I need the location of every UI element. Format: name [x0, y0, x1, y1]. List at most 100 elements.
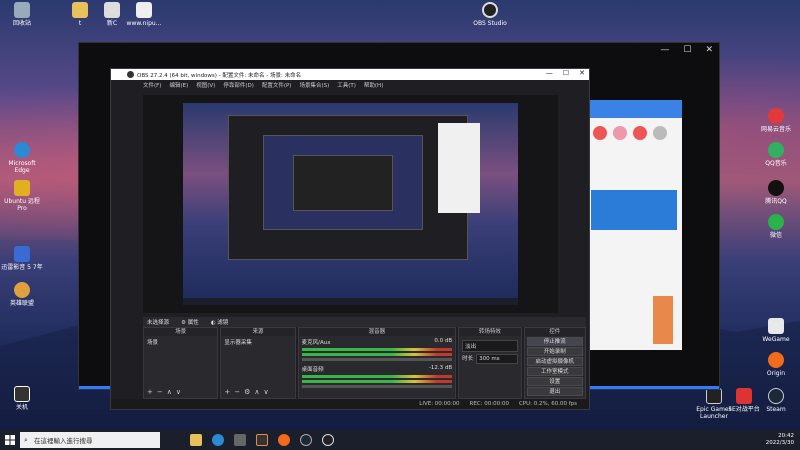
app-icon[interactable] — [256, 434, 268, 446]
obs-preview-area[interactable] — [143, 95, 558, 313]
menu-scene-collection[interactable]: 场景集合(S) — [299, 81, 329, 89]
mixer-dock: 混音器 麦克风/Aux 0.0 dB 桌面音频 -12.3 dB — [297, 327, 457, 399]
steam-icon — [768, 388, 784, 404]
taskbar: ⌕ 在這裡輸入進行搜尋 20:42 2022/3/30 — [0, 430, 800, 450]
game-icon — [14, 282, 30, 298]
search-icon: ⌕ — [24, 435, 28, 444]
add-icon[interactable]: + — [224, 388, 230, 396]
minimize-icon[interactable]: — — [660, 45, 669, 55]
side-banner — [591, 190, 677, 230]
remove-icon[interactable]: − — [234, 388, 240, 396]
stop-streaming-button[interactable]: 停止推流 — [526, 337, 584, 346]
music-icon — [768, 108, 784, 124]
wechat-icon — [768, 214, 784, 230]
source-item[interactable]: 显示器采集 — [224, 338, 291, 346]
side-app-window — [585, 100, 682, 350]
preview-capture — [183, 103, 518, 305]
desktop-icon-lol[interactable]: 英雄联盟 — [0, 282, 44, 307]
gear-icon[interactable]: ⚙ — [244, 388, 250, 396]
move-up-icon[interactable]: ∧ — [254, 388, 259, 396]
desktop-icon-qq[interactable]: 腾讯QQ — [754, 180, 798, 205]
volume-slider[interactable] — [301, 358, 453, 361]
maximize-icon[interactable]: ☐ — [563, 69, 569, 77]
file-explorer-icon[interactable] — [190, 434, 202, 446]
desktop-icon-obs[interactable]: OBS Studio — [468, 2, 512, 27]
settings-button[interactable]: 设置 — [526, 377, 584, 386]
menu-help[interactable]: 帮助(H) — [364, 81, 383, 89]
close-icon[interactable]: ✕ — [705, 45, 713, 55]
desktop-icon-www[interactable]: www.nipu... — [122, 2, 166, 27]
properties-button[interactable]: ⚙ 属性 — [181, 318, 199, 326]
live-timer: LIVE: 00:00:00 — [419, 401, 460, 407]
menu-edit[interactable]: 编辑(E) — [169, 81, 188, 89]
steam-icon[interactable] — [300, 434, 312, 446]
desktop-icon-wechat[interactable]: 微信 — [754, 214, 798, 239]
qq-icon — [768, 180, 784, 196]
desktop-icon-shutdown[interactable]: 关机 — [0, 386, 44, 411]
desktop-icon-origin[interactable]: Origin — [754, 352, 798, 377]
minimize-icon[interactable]: — — [546, 69, 553, 77]
obs-logo-icon — [127, 71, 134, 78]
desktop-icon-steam[interactable]: Steam — [754, 388, 798, 413]
settings-icon[interactable] — [234, 434, 246, 446]
obs-main-window: OBS 27.2.4 (64 bit, windows) - 配置文件: 未命名… — [110, 68, 590, 410]
menu-view[interactable]: 视图(V) — [196, 81, 215, 89]
duration-row: 时长 300 ms — [462, 354, 518, 364]
cpu-fps: CPU: 0.2%, 60.00 fps — [518, 401, 577, 407]
scenes-dock: 场景 场景 + − ∧ ∨ — [143, 327, 219, 399]
volume-meter — [301, 375, 453, 378]
obs-icon[interactable] — [322, 434, 334, 446]
maximize-icon[interactable]: ☐ — [683, 45, 691, 55]
app-tile-icon[interactable] — [613, 126, 627, 140]
origin-icon — [768, 352, 784, 368]
menu-file[interactable]: 文件(F) — [143, 81, 161, 89]
desktop-icon-edge[interactable]: Microsoft Edge — [0, 142, 44, 174]
app-tile-icon[interactable] — [633, 126, 647, 140]
move-up-icon[interactable]: ∧ — [167, 388, 172, 396]
start-button[interactable] — [0, 430, 20, 450]
exit-button[interactable]: 退出 — [526, 387, 584, 396]
mixer-track: 桌面音频 -12.3 dB — [301, 365, 453, 373]
close-icon[interactable]: ✕ — [579, 69, 585, 77]
move-down-icon[interactable]: ∨ — [263, 388, 268, 396]
move-down-icon[interactable]: ∨ — [176, 388, 181, 396]
desktop-icon-recycle-bin[interactable]: 回收站 — [0, 2, 44, 27]
side-app-grid — [593, 126, 673, 166]
studio-mode-button[interactable]: 工作室模式 — [526, 367, 584, 376]
folder-icon — [72, 2, 88, 18]
remove-icon[interactable]: − — [157, 388, 163, 396]
start-recording-button[interactable]: 开始录制 — [526, 347, 584, 356]
system-clock[interactable]: 20:42 2022/3/30 — [766, 433, 794, 446]
source-toolbar: 未选择源 ⚙ 属性 ◐ 滤镜 — [143, 317, 586, 327]
desktop-icon-xunlei[interactable]: 迅雷影音 5 7年 — [0, 246, 44, 271]
edge-icon[interactable] — [212, 434, 224, 446]
desktop-icon-qqmusic[interactable]: QQ音乐 — [754, 142, 798, 167]
controls-dock: 控件 停止推流 开始录制 启动虚拟摄像机 工作室模式 设置 退出 — [523, 327, 587, 399]
transition-select[interactable]: 淡出 — [462, 340, 518, 352]
obs-icon — [482, 2, 498, 18]
file-icon — [136, 2, 152, 18]
search-box[interactable]: ⌕ 在這裡輸入進行搜尋 — [20, 432, 160, 448]
menu-tools[interactable]: 工具(T) — [337, 81, 356, 89]
menu-profile[interactable]: 配置文件(P) — [262, 81, 292, 89]
app-tile-icon[interactable] — [593, 126, 607, 140]
add-icon[interactable]: + — [147, 388, 153, 396]
obs-menu-bar: 文件(F) 编辑(E) 视图(V) 停靠部件(D) 配置文件(P) 场景集合(S… — [111, 80, 589, 90]
desktop-icon-netease-music[interactable]: 网易云音乐 — [754, 108, 798, 133]
obs-docks: 场景 场景 + − ∧ ∨ 来源 显示器采集 + − ⚙ ∧ ∨ 混音器 麦克风… — [143, 327, 587, 399]
origin-icon[interactable] — [278, 434, 290, 446]
menu-docks[interactable]: 停靠部件(D) — [223, 81, 254, 89]
duration-field[interactable]: 300 ms — [476, 354, 518, 364]
sources-dock: 来源 显示器采集 + − ⚙ ∧ ∨ — [220, 327, 296, 399]
desktop-icon-wegame[interactable]: WeGame — [754, 318, 798, 343]
virtual-camera-button[interactable]: 启动虚拟摄像机 — [526, 357, 584, 366]
desktop-icon-remote[interactable]: Ubuntu 远程 Pro — [0, 180, 44, 212]
windows-icon — [5, 435, 15, 445]
filters-button[interactable]: ◐ 滤镜 — [211, 318, 229, 326]
transitions-dock: 转场特效 淡出 时长 300 ms — [458, 327, 522, 399]
scene-item[interactable]: 场景 — [147, 338, 214, 346]
volume-meter — [301, 380, 453, 383]
app-tile-icon[interactable] — [653, 126, 667, 140]
edge-icon — [14, 142, 30, 158]
volume-slider[interactable] — [301, 385, 453, 388]
